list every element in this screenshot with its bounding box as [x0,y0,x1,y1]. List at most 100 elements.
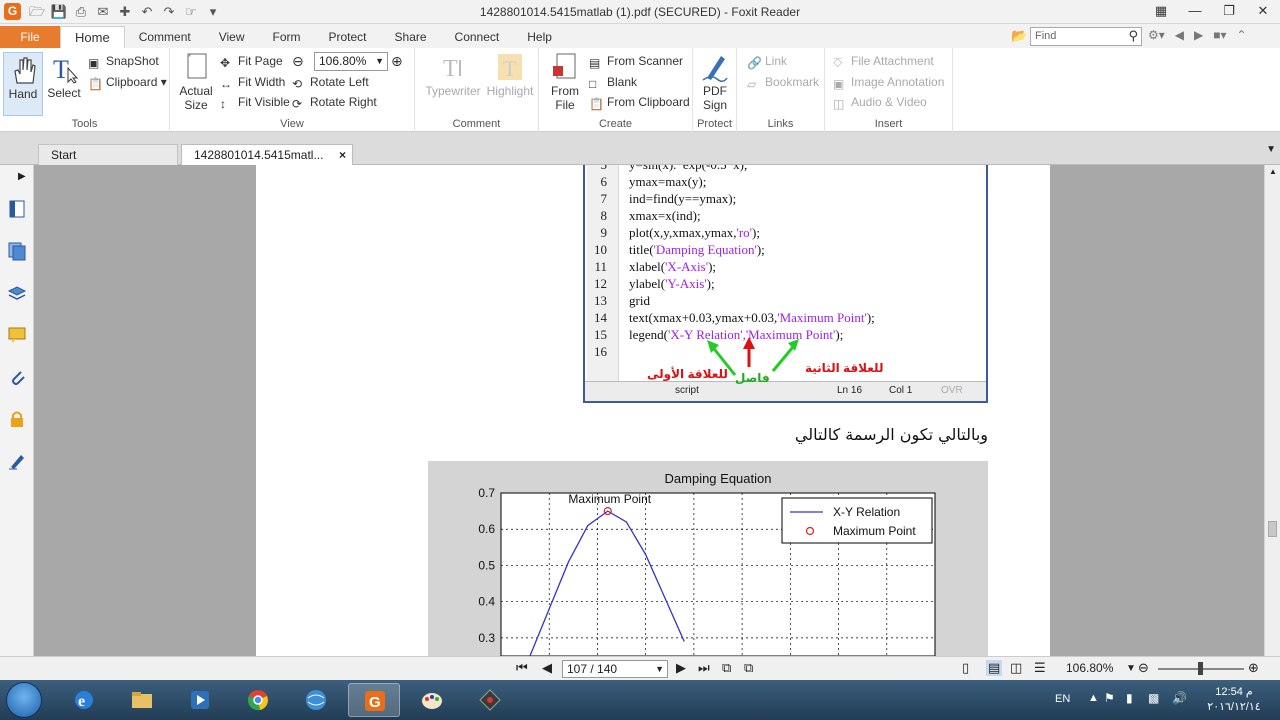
search-icon[interactable]: ⚲ [1128,28,1138,44]
security-lock-icon[interactable] [7,409,27,429]
image-annotation-button[interactable]: ▣ Image Annotation [833,73,944,91]
tab-connect[interactable]: Connect [441,26,514,48]
scroll-thumb[interactable] [1268,521,1277,537]
fit-page-button[interactable]: ✥ Fit Page [220,52,283,70]
user-icon[interactable]: ■▾ [1213,28,1226,42]
next-view-icon[interactable]: ⧉ [744,660,753,676]
volume-icon[interactable]: 🔊 [1172,691,1187,705]
zoom-slider-thumb[interactable] [1198,662,1203,675]
taskbar-media[interactable] [174,683,226,717]
show-hidden-icons-icon[interactable]: ▲ [1088,692,1099,704]
fit-width-button[interactable]: ↔ Fit Width [220,73,285,91]
expand-panel-icon[interactable]: ▶ [18,171,26,182]
close-icon[interactable]: ✕ [1246,0,1280,22]
first-page-icon[interactable]: ⏮ [516,660,528,676]
ribbon-toggle-icon[interactable]: ▦ [1144,0,1178,22]
status-zoom-value[interactable]: 106.80% [1066,661,1113,675]
scroll-up-icon[interactable]: ▲ [1269,167,1277,176]
zoom-in-icon[interactable]: ⊕ [1248,660,1259,676]
tab-comment[interactable]: Comment [125,26,205,48]
tab-form[interactable]: Form [259,26,315,48]
clipboard-button[interactable]: 📋 Clipboard ▾ [88,73,167,91]
find-options-icon[interactable]: 📂 [1011,28,1027,44]
code-terminator: ); [752,225,760,240]
taskbar-foxit[interactable]: G [348,683,400,717]
action-center-icon[interactable]: ⚑ [1104,691,1115,705]
tab-start[interactable]: Start [38,144,178,165]
tab-list-icon[interactable]: ▼ [1266,144,1276,155]
close-tab-icon[interactable]: × [339,145,346,166]
zoom-out-icon[interactable]: ⊖ [292,52,304,70]
code-string: 'Y-Axis' [665,276,707,291]
pdf-sign-button[interactable]: PDF Sign [695,52,735,112]
snapshot-button[interactable]: ▣ SnapShot [88,52,159,70]
zoom-dropdown-icon[interactable]: ▼ [1126,663,1136,674]
fit-visible-button[interactable]: ↕ Fit Visible [220,93,290,111]
find-input[interactable]: Find ⚲ [1030,27,1142,46]
restore-icon[interactable]: ❐ [1212,0,1246,22]
rotate-left-button[interactable]: ⟲ Rotate Left [292,73,369,91]
annotation-first-relation: للعلاقة الأولى [647,367,728,381]
taskbar-ie[interactable]: e [58,683,110,717]
clock[interactable]: 12:54 م ٢٠١٦/١٢/١٤ [1202,685,1266,715]
previous-page-icon[interactable]: ◀ [542,660,552,676]
previous-result-icon[interactable]: ◀ [1175,28,1184,42]
taskbar-network[interactable] [290,683,342,717]
continuous-page-icon[interactable]: ▤ [986,660,1003,676]
highlight-button[interactable]: T Highlight [485,52,535,98]
previous-view-icon[interactable]: ⧉ [722,660,731,676]
start-button-icon[interactable] [6,682,42,718]
from-file-button[interactable]: From File [545,52,585,112]
facing-pages-icon[interactable]: ◫ [1010,660,1022,676]
tab-document-label: 1428801014.5415matl... [194,148,324,162]
zoom-in-icon[interactable]: ⊕ [391,52,403,70]
tab-home[interactable]: Home [60,26,125,48]
layers-icon[interactable] [7,283,27,303]
next-page-icon[interactable]: ▶ [676,660,686,676]
minimize-icon[interactable]: — [1178,0,1212,22]
tab-document[interactable]: 1428801014.5415matl... × [181,144,353,165]
network-icon[interactable]: ▮ [1126,691,1133,705]
file-attachment-button[interactable]: ⎏ File Attachment [833,52,934,70]
bookmark-button[interactable]: ▱ Bookmark [747,73,819,91]
comments-icon[interactable] [7,325,27,345]
tab-file[interactable]: File [0,26,60,48]
from-clipboard-button[interactable]: 📋 From Clipboard [589,93,690,111]
language-indicator[interactable]: EN [1055,693,1070,705]
hand-button[interactable]: Hand [3,52,43,116]
taskbar-chrome[interactable] [232,683,284,717]
tab-protect[interactable]: Protect [315,26,381,48]
zoom-out-icon[interactable]: ⊖ [1138,660,1149,676]
link-button[interactable]: 🔗 Link [747,52,787,70]
tab-help[interactable]: Help [513,26,566,48]
code-line-text: text(xmax+0.03,ymax+0.03,'Maximum Point'… [629,310,875,326]
taskbar-recorder[interactable] [464,683,516,717]
single-page-icon[interactable]: ▯ [962,660,969,676]
audio-video-button[interactable]: ◫ Audio & Video [833,93,927,111]
continuous-facing-icon[interactable]: ☰ [1034,660,1046,676]
page-number-input[interactable]: 107 / 140 ▼ [562,660,668,678]
typewriter-button[interactable]: T Typewriter [423,52,483,98]
next-result-icon[interactable]: ▶ [1194,28,1203,42]
taskbar-paint[interactable] [406,683,458,717]
actual-size-button[interactable]: Actual Size [176,52,216,112]
blank-button[interactable]: □ Blank [589,73,637,91]
from-scanner-button[interactable]: ▤ From Scanner [589,52,683,70]
collapse-ribbon-icon[interactable]: ⌃ [1237,28,1247,42]
attachments-icon[interactable] [7,367,27,387]
document-viewport[interactable]: 5 y=sin(x).*exp(-0.5*x); 6 ymax=max(y); 7 ind… [34,165,1264,656]
zoom-select[interactable]: 106.80% ▼ [314,52,388,71]
rotate-right-button[interactable]: ⟳ Rotate Right [292,93,377,111]
tab-share[interactable]: Share [381,26,441,48]
vertical-scrollbar[interactable]: ▲ [1264,165,1280,656]
taskbar-explorer[interactable] [116,683,168,717]
select-button[interactable]: T Select [45,52,83,116]
signatures-icon[interactable] [7,451,27,471]
tab-view[interactable]: View [205,26,259,48]
signal-icon[interactable]: ▩ [1148,691,1159,705]
fit-page-icon: ✥ [220,56,231,70]
settings-icon[interactable]: ⚙▾ [1148,28,1165,42]
pages-icon[interactable] [7,241,27,261]
bookmarks-icon[interactable] [7,199,27,219]
last-page-icon[interactable]: ⏭ [698,660,710,676]
